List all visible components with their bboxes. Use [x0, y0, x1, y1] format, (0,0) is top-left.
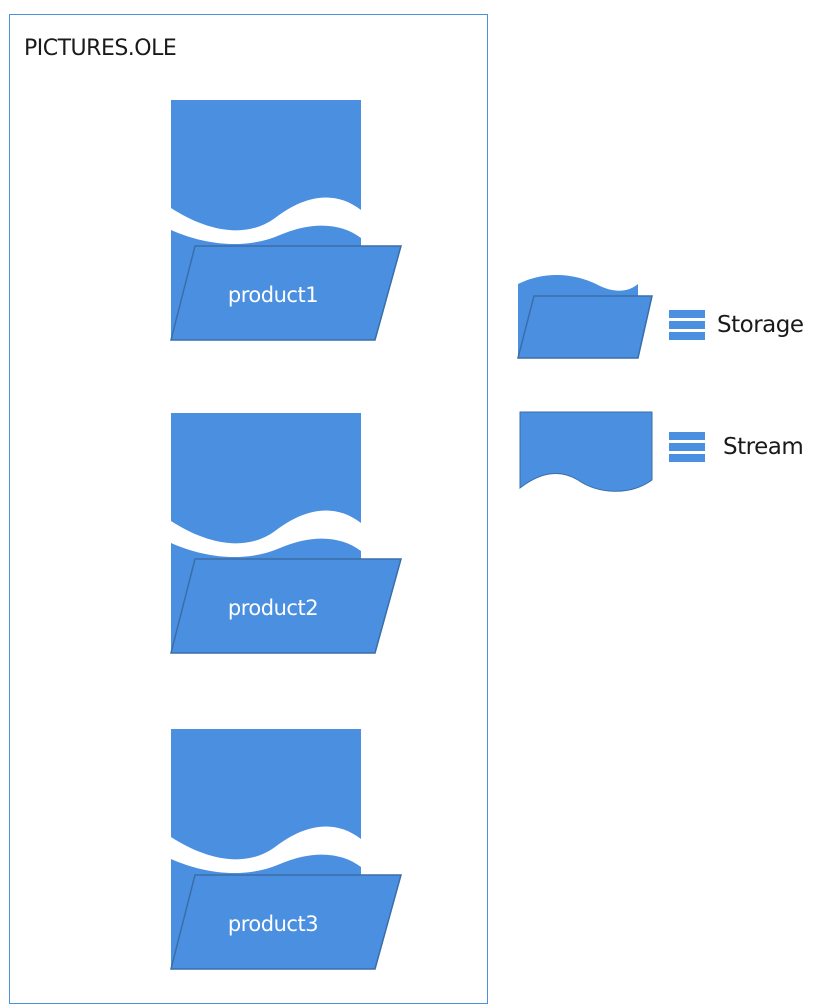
- storage-icon: [170, 729, 402, 970]
- stream-icon: [519, 411, 653, 492]
- legend-marker-icon: [669, 310, 705, 340]
- storage-node-product3[interactable]: product3: [165, 729, 405, 974]
- legend-stream-label: Stream: [723, 434, 804, 460]
- product-label: product1: [227, 283, 319, 307]
- storage-node-product2[interactable]: product2: [165, 413, 405, 658]
- container-title: PICTURES.OLE: [24, 36, 177, 61]
- product-label: product3: [227, 912, 319, 936]
- storage-icon: [170, 413, 402, 654]
- legend-storage: Storage: [516, 272, 816, 362]
- storage-icon: [170, 100, 402, 341]
- storage-icon: [517, 274, 653, 359]
- product-label: product2: [227, 596, 319, 620]
- legend-storage-label: Storage: [717, 312, 804, 338]
- legend-marker-icon: [669, 432, 705, 462]
- storage-node-product1[interactable]: product1: [165, 100, 405, 345]
- legend-stream: Stream: [518, 411, 816, 492]
